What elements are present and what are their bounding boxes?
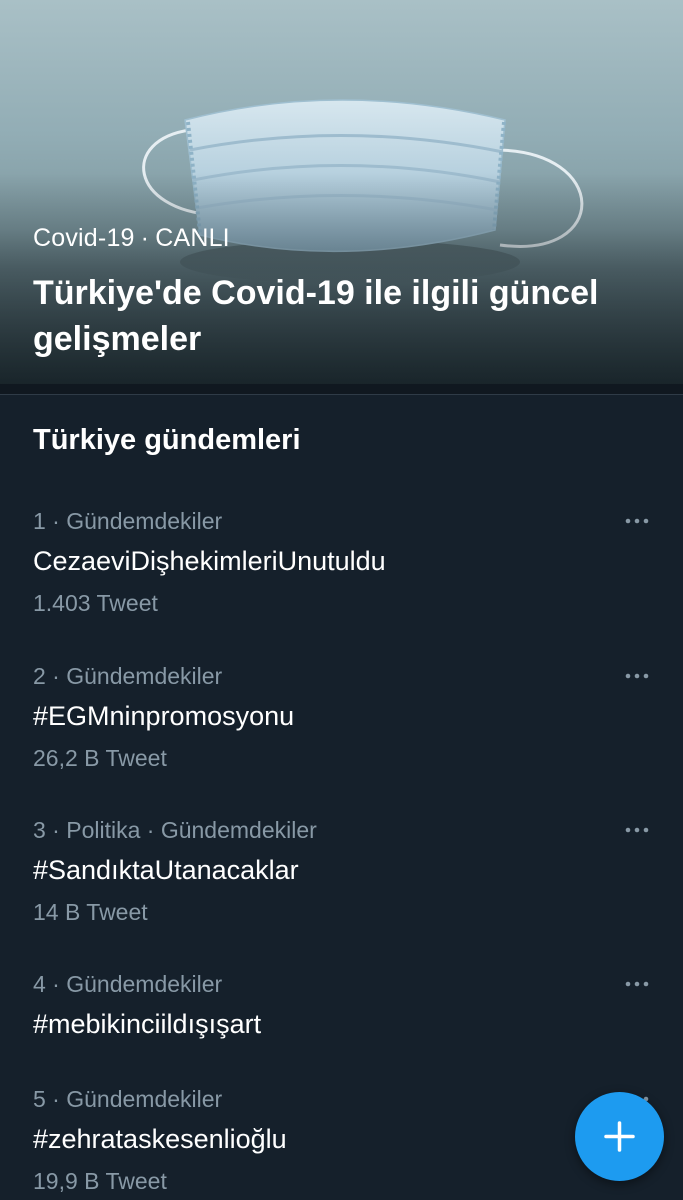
hero-live-status: CANLI <box>155 224 230 252</box>
more-horizontal-icon[interactable] <box>616 969 658 999</box>
trend-tweet-count: 1.403 Tweet <box>33 590 158 616</box>
trend-name: CezaeviDişhekimleriUnutuldu <box>33 546 386 576</box>
trend-name: #SandıktaUtanacaklar <box>33 855 299 885</box>
trend-tweet-count: 14 B Tweet <box>33 899 148 925</box>
hero-separator: · <box>140 224 150 252</box>
hero-category: Covid-19 <box>33 224 135 252</box>
hero-title: Türkiye'de Covid-19 ile ilgili güncel ge… <box>33 274 599 358</box>
hero-meta: Covid-19 · CANLI <box>33 224 230 253</box>
trend-meta: 4 · Gündemdekiler <box>33 971 223 997</box>
trend-tweet-count: 26,2 B Tweet <box>33 745 167 771</box>
trend-meta: 3 · Politika · Gündemdekiler <box>33 817 317 843</box>
more-horizontal-icon[interactable] <box>616 815 658 845</box>
plus-icon <box>604 1121 635 1152</box>
trends-section-title: Türkiye gündemleri <box>33 424 301 456</box>
trend-meta: 2 · Gündemdekiler <box>33 663 223 689</box>
trend-name: #zehrataskesenlioğlu <box>33 1124 287 1154</box>
hero-event-card[interactable]: Covid-19 · CANLI Türkiye'de Covid-19 ile i… <box>0 0 683 384</box>
trend-tweet-count: 19,9 B Tweet <box>33 1168 167 1194</box>
section-divider <box>0 384 683 395</box>
trend-meta: 5 · Gündemdekiler <box>33 1086 223 1112</box>
trend-meta: 1 · Gündemdekiler <box>33 508 223 534</box>
more-horizontal-icon[interactable] <box>616 506 658 536</box>
trend-name: #mebikinciildışışart <box>33 1009 262 1039</box>
trend-name: #EGMninpromosyonu <box>33 701 295 731</box>
more-horizontal-icon[interactable] <box>616 661 658 691</box>
compose-tweet-button[interactable] <box>575 1092 664 1181</box>
